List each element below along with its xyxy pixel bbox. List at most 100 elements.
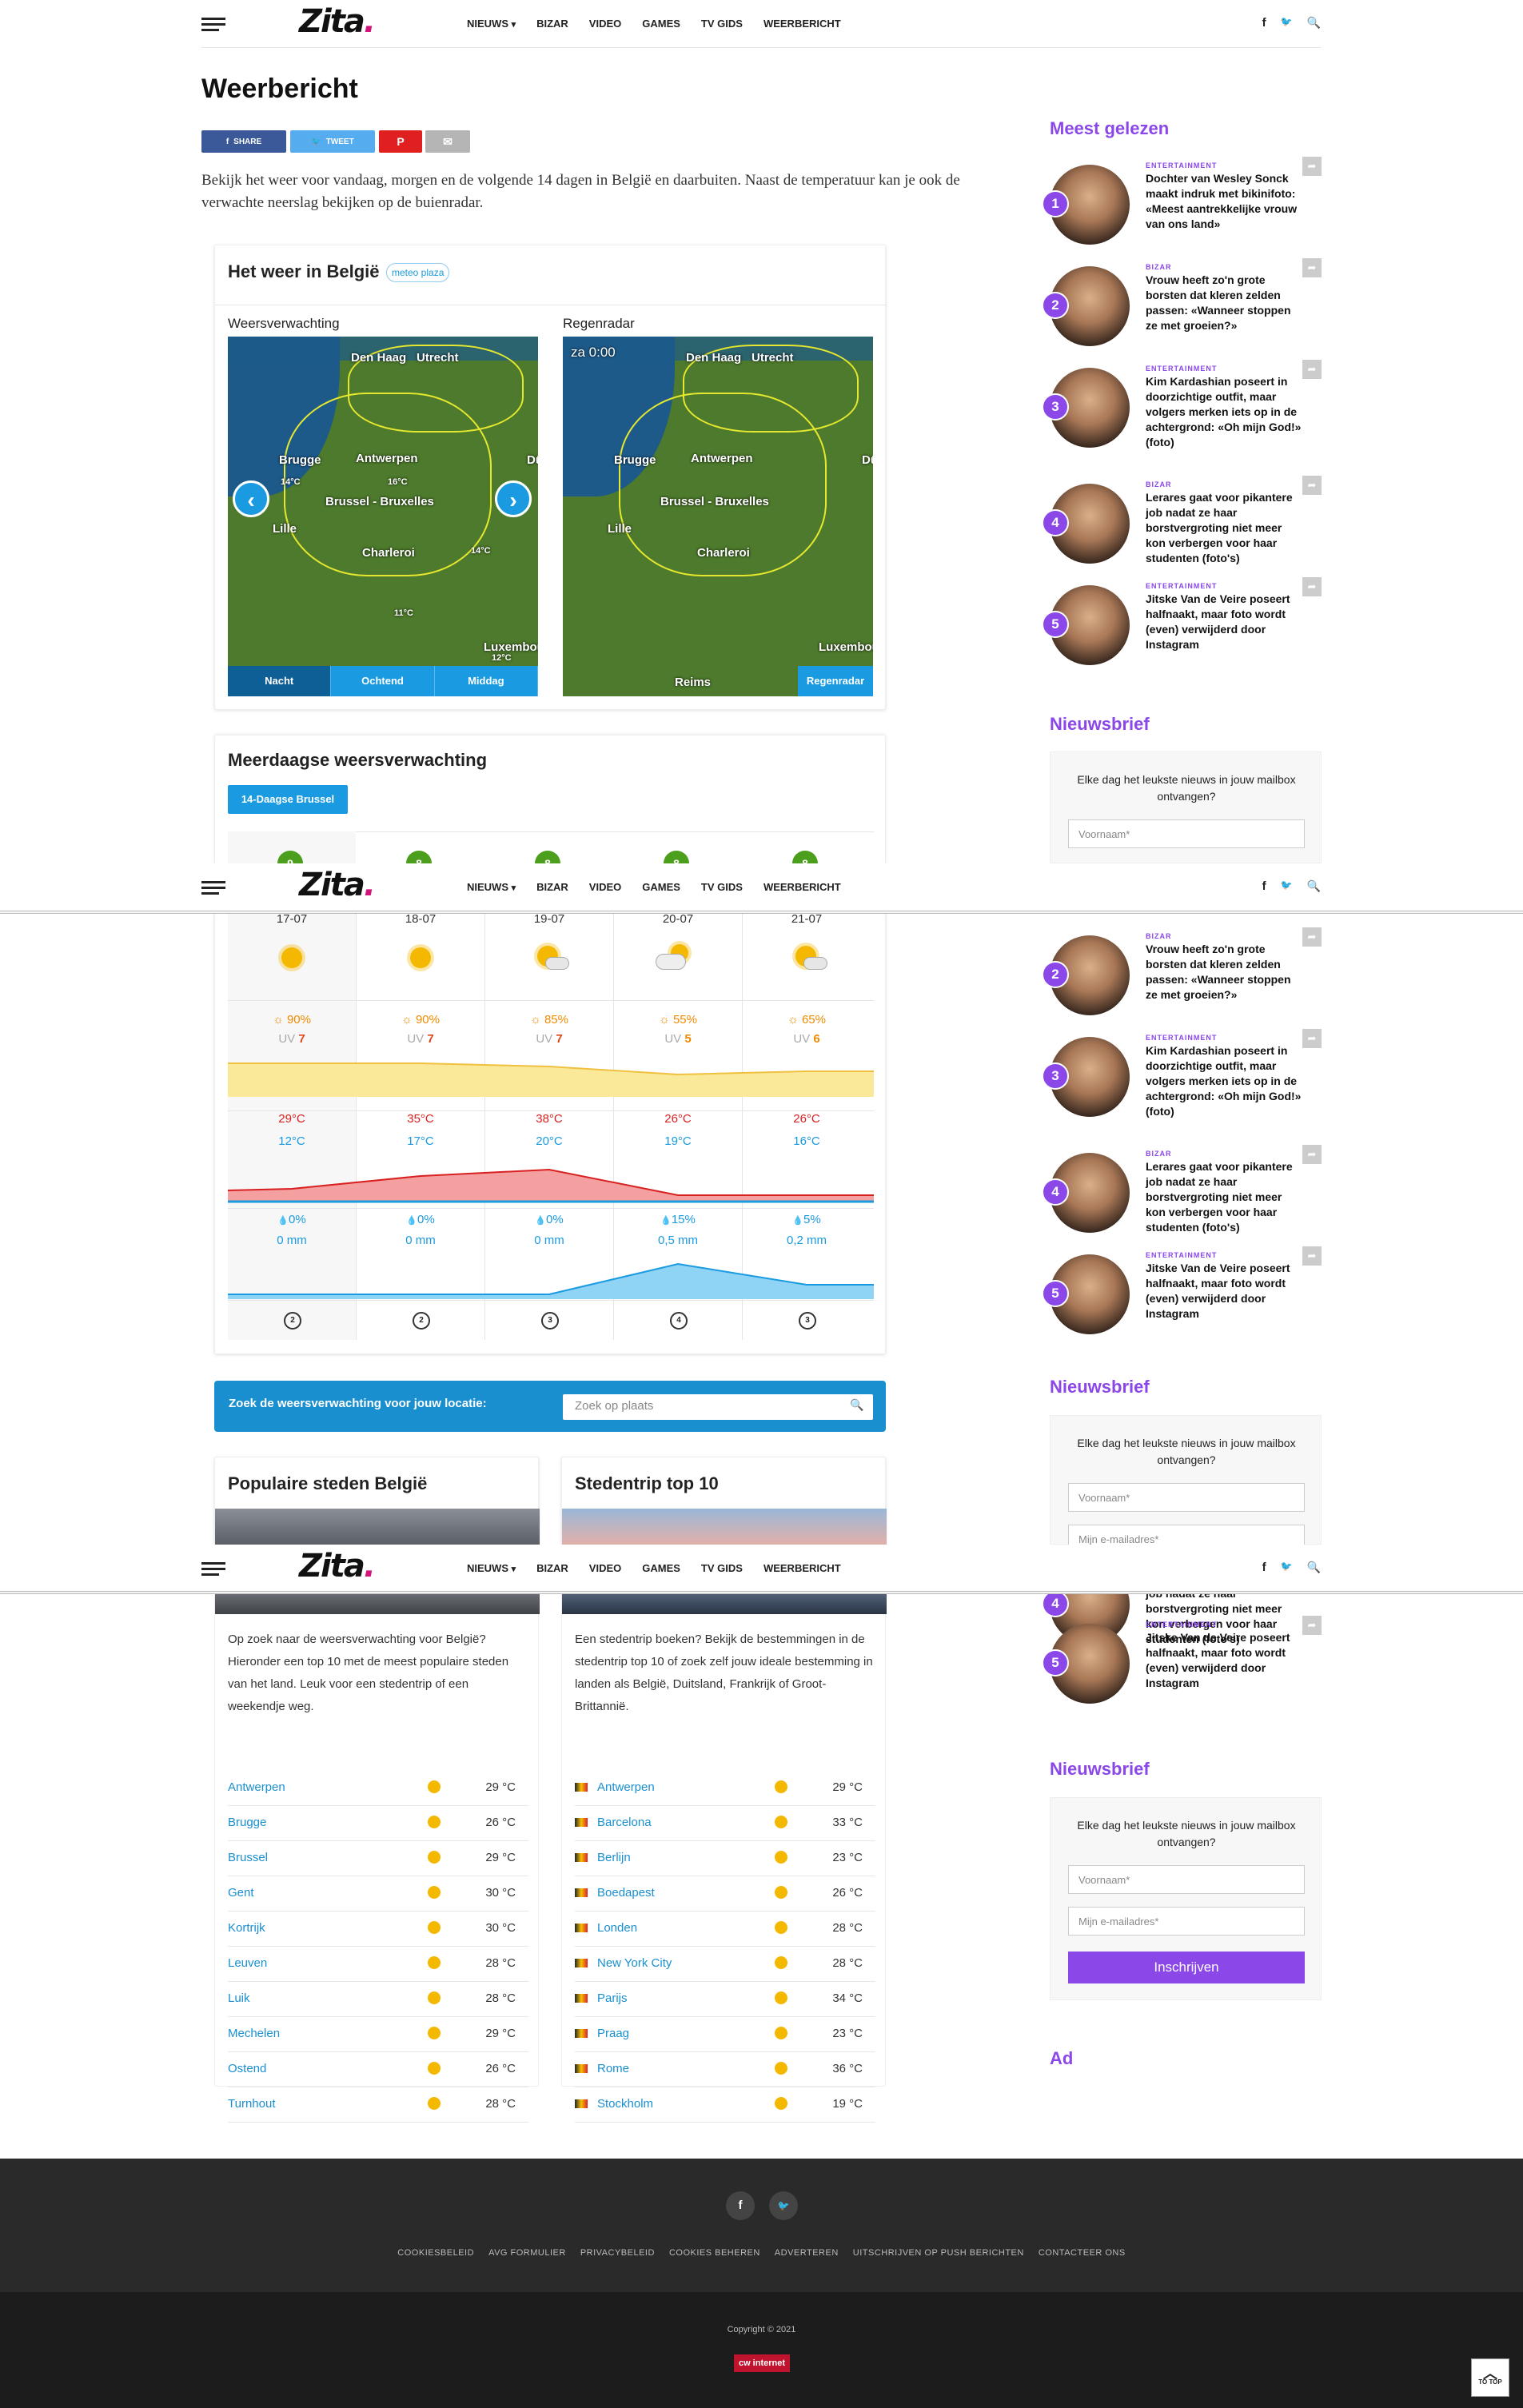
article-category[interactable]: BIZAR (1146, 1150, 1172, 1158)
most-read-item[interactable]: 5 ENTERTAINMENT Jitske Van de Veire poseer… (1042, 577, 1322, 665)
nav-item-video[interactable]: VIDEO (589, 881, 621, 893)
search-icon[interactable]: 🔍 (1307, 879, 1321, 893)
article-category[interactable]: ENTERTAINMENT (1146, 582, 1217, 590)
twitter-icon[interactable]: 🐦 (1281, 879, 1293, 893)
city-name[interactable]: Boedapest (597, 1886, 655, 1900)
share-icon[interactable]: ➦ (1302, 476, 1322, 495)
share-icon[interactable]: ➦ (1302, 1145, 1322, 1164)
city-row[interactable]: Londen 28 °C (575, 1912, 875, 1947)
city-row[interactable]: Antwerpen 29 °C (575, 1771, 875, 1806)
article-category[interactable]: ENTERTAINMENT (1146, 1251, 1217, 1259)
share-icon[interactable]: ➦ (1302, 1246, 1322, 1266)
search-icon[interactable]: 🔍 (850, 1398, 863, 1412)
nav-item-games[interactable]: GAMES (642, 881, 680, 893)
twitter-icon[interactable]: 🐦 (1281, 1561, 1293, 1574)
article-category[interactable]: ENTERTAINMENT (1146, 1034, 1217, 1042)
site-logo[interactable]: Zita. (299, 867, 376, 903)
article-title[interactable]: Vrouw heeft zo'n grote borsten dat klere… (1146, 942, 1302, 1003)
site-logo[interactable]: Zita. (299, 1548, 376, 1585)
twitter-icon[interactable]: 🐦 (1281, 16, 1293, 30)
city-name[interactable]: Kortrijk (228, 1921, 265, 1935)
article-title[interactable]: Lerares gaat voor pikantere job nadat ze… (1146, 1159, 1302, 1235)
city-row[interactable]: Antwerpen 29 °C (228, 1771, 528, 1806)
footer-link[interactable]: CONTACTEER ONS (1039, 2248, 1126, 2258)
city-row[interactable]: Barcelona 33 °C (575, 1806, 875, 1841)
facebook-icon[interactable]: f (726, 2191, 755, 2220)
article-title[interactable]: Kim Kardashian poseert in doorzichtige o… (1146, 374, 1302, 450)
city-row[interactable]: Stockholm 19 °C (575, 2087, 875, 2123)
first-name-field[interactable]: Voornaam* (1068, 819, 1305, 848)
city-name[interactable]: Mechelen (228, 2027, 280, 2040)
facebook-icon[interactable]: f (1262, 16, 1266, 30)
city-row[interactable]: Leuven 28 °C (228, 1947, 528, 1982)
city-row[interactable]: Praag 23 °C (575, 2017, 875, 2052)
footer-link[interactable]: PRIVACYBELEID (580, 2248, 655, 2258)
city-name[interactable]: Barcelona (597, 1816, 652, 1829)
nav-item-tvgids[interactable]: TV GIDS (701, 1562, 743, 1574)
menu-icon[interactable] (201, 18, 225, 32)
map-next-button[interactable]: › (495, 480, 532, 517)
city-row[interactable]: Kortrijk 30 °C (228, 1912, 528, 1947)
most-read-item[interactable]: 2 BIZAR Vrouw heeft zo'n grote borsten dat… (1042, 258, 1322, 346)
twitter-icon[interactable]: 🐦 (769, 2191, 798, 2220)
city-row[interactable]: Brussel 29 °C (228, 1841, 528, 1876)
footer-link[interactable]: ADVERTEREN (775, 2248, 839, 2258)
share-icon[interactable]: ➦ (1302, 1616, 1322, 1635)
nav-item-bizar[interactable]: BIZAR (536, 18, 568, 30)
nav-item-tvgids[interactable]: TV GIDS (701, 881, 743, 893)
nav-item-bizar[interactable]: BIZAR (536, 881, 568, 893)
city-name[interactable]: Antwerpen (597, 1780, 655, 1794)
facebook-icon[interactable]: f (1262, 879, 1266, 893)
city-name[interactable]: Antwerpen (228, 1780, 285, 1794)
share-icon[interactable]: ➦ (1302, 157, 1322, 176)
city-name[interactable]: Stockholm (597, 2097, 653, 2111)
nav-item-video[interactable]: VIDEO (589, 18, 621, 30)
city-name[interactable]: New York City (597, 1956, 672, 1970)
city-row[interactable]: Luik 28 °C (228, 1982, 528, 2017)
map-prev-button[interactable]: ‹ (233, 480, 269, 517)
nav-item-weerbericht[interactable]: WEERBERICHT (763, 18, 841, 30)
radar-tab[interactable]: Regenradar (798, 666, 873, 696)
facebook-share-button[interactable]: f SHARE (201, 130, 286, 153)
nav-item-bizar[interactable]: BIZAR (536, 1562, 568, 1574)
most-read-item[interactable]: 3 ENTERTAINMENT Kim Kardashian poseert in … (1042, 360, 1322, 450)
share-icon[interactable]: ➦ (1302, 258, 1322, 277)
subscribe-button[interactable]: Inschrijven (1068, 1952, 1305, 1983)
menu-icon[interactable] (201, 881, 225, 895)
most-read-item[interactable]: 4 BIZAR Lerares gaat voor pikantere job na… (1042, 476, 1322, 564)
most-read-item[interactable]: 1 ENTERTAINMENT Dochter van Wesley Sonck m… (1042, 157, 1322, 245)
article-title[interactable]: Jitske Van de Veire poseert halfnaakt, m… (1146, 592, 1302, 652)
pinterest-share-button[interactable]: P (379, 130, 422, 153)
city-row[interactable]: Ostend 26 °C (228, 2052, 528, 2087)
article-title[interactable]: Kim Kardashian poseert in doorzichtige o… (1146, 1043, 1302, 1119)
share-icon[interactable]: ➦ (1302, 360, 1322, 379)
article-category[interactable]: BIZAR (1146, 263, 1172, 271)
city-row[interactable]: Rome 36 °C (575, 2052, 875, 2087)
menu-icon[interactable] (201, 1562, 225, 1577)
nav-item-weerbericht[interactable]: WEERBERICHT (763, 881, 841, 893)
article-category[interactable]: BIZAR (1146, 932, 1172, 940)
cw-internet-logo[interactable]: cw internet (734, 2354, 790, 2372)
article-title[interactable]: Vrouw heeft zo'n grote borsten dat klere… (1146, 273, 1302, 333)
city-row[interactable]: Gent 30 °C (228, 1876, 528, 1912)
share-icon[interactable]: ➦ (1302, 577, 1322, 596)
most-read-item[interactable]: 5 ENTERTAINMENT Jitske Van de Veire poseer… (1042, 1616, 1322, 1704)
city-row[interactable]: Brugge 26 °C (228, 1806, 528, 1841)
twitter-share-button[interactable]: 🐦 TWEET (290, 130, 375, 153)
most-read-item[interactable]: 2 BIZAR Vrouw heeft zo'n grote borsten dat… (1042, 927, 1322, 1015)
email-field[interactable]: Mijn e-mailadres* (1068, 1907, 1305, 1936)
article-title[interactable]: Dochter van Wesley Sonck maakt indruk me… (1146, 171, 1302, 232)
article-category[interactable]: BIZAR (1146, 480, 1172, 488)
location-search-input[interactable]: Zoek op plaats (563, 1394, 873, 1420)
nav-item-games[interactable]: GAMES (642, 18, 680, 30)
city-name[interactable]: Brussel (228, 1851, 268, 1864)
city-row[interactable]: Boedapest 26 °C (575, 1876, 875, 1912)
forecast-map[interactable]: Den Haag Utrecht Brugge Antwerpen Brusse… (228, 337, 538, 696)
city-row[interactable]: Berlijn 23 °C (575, 1841, 875, 1876)
most-read-item[interactable]: 3 ENTERTAINMENT Kim Kardashian poseert in … (1042, 1029, 1322, 1119)
14-day-button[interactable]: 14-Daagse Brussel (228, 785, 348, 814)
footer-link[interactable]: AVG FORMULIER (488, 2248, 566, 2258)
facebook-icon[interactable]: f (1262, 1561, 1266, 1574)
tab-middag[interactable]: Middag (434, 666, 538, 696)
city-row[interactable]: Mechelen 29 °C (228, 2017, 528, 2052)
